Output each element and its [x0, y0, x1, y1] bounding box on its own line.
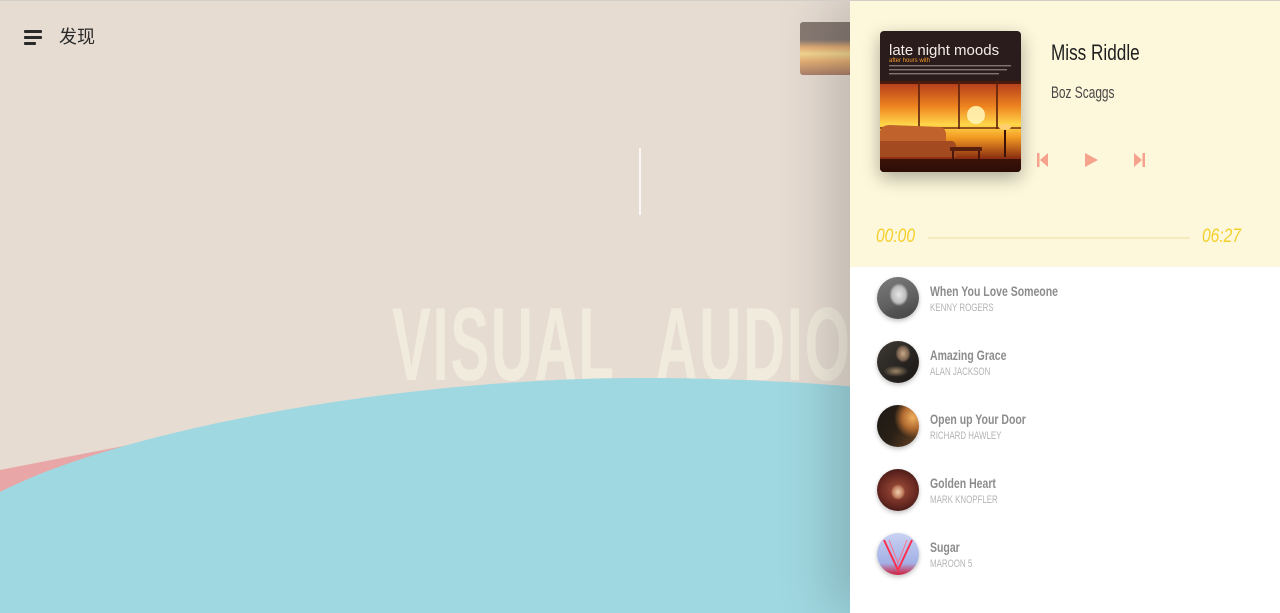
album-credits-line [889, 73, 999, 75]
previous-button[interactable] [1035, 152, 1051, 168]
playlist-item[interactable]: Golden Heart MARK KNOPFLER [850, 459, 1280, 523]
floor [880, 159, 1021, 172]
track-title: Miss Riddle [1051, 40, 1140, 65]
coffee-table-leg [952, 151, 954, 159]
mini-album-thumbnail[interactable] [800, 22, 856, 75]
playlist-item-artist: RICHARD HAWLEY [930, 430, 1002, 442]
playlist-item-title: Sugar [930, 539, 960, 555]
skip-previous-icon [1037, 153, 1048, 167]
album-credits-line [889, 65, 1011, 67]
track-artist: Boz Scaggs [1051, 83, 1115, 102]
play-button[interactable] [1083, 152, 1099, 168]
album-tagline-text: after hours with [889, 58, 930, 64]
playlist-item-artist: ALAN JACKSON [930, 366, 991, 378]
playlist-item-title: Golden Heart [930, 475, 996, 491]
playlist-item-artist: MARK KNOPFLER [930, 494, 998, 506]
playlist-item-artist: MAROON 5 [930, 558, 973, 570]
window-top-border [0, 0, 1280, 1]
track-avatar [877, 405, 919, 447]
window-frame [880, 81, 1021, 84]
menu-icon-bar [24, 30, 42, 33]
playlist: When You Love Someone KENNY ROGERS Amazi… [850, 267, 1280, 587]
playlist-item-title: Amazing Grace [930, 347, 1007, 363]
player-panel: late night moods after hours with Miss R… [850, 0, 1280, 613]
next-button[interactable] [1131, 152, 1147, 168]
playlist-item[interactable]: Open up Your Door RICHARD HAWLEY [850, 395, 1280, 459]
icon-shape [1134, 153, 1142, 167]
menu-icon-bar [24, 42, 36, 45]
play-icon [1085, 153, 1098, 167]
icon-shape [1085, 153, 1098, 167]
icon-shape [1142, 153, 1145, 167]
album-title-text: late night moods [889, 42, 999, 59]
current-time: 00:00 [876, 226, 915, 247]
coffee-table-leg [978, 151, 980, 159]
playlist-item-title: Open up Your Door [930, 411, 1026, 427]
album-artwork: late night moods after hours with [880, 31, 1021, 172]
track-avatar [877, 341, 919, 383]
playlist-item[interactable]: Amazing Grace ALAN JACKSON [850, 331, 1280, 395]
playlist-item-title: When You Love Someone [930, 283, 1058, 299]
coffee-table [950, 147, 982, 151]
sun [967, 106, 985, 124]
track-avatar [877, 277, 919, 319]
menu-icon-bar [24, 36, 42, 39]
sofa-seat [880, 141, 956, 157]
album-cover: late night moods after hours with [880, 31, 1021, 172]
menu-icon[interactable] [24, 30, 42, 45]
playlist-item[interactable]: When You Love Someone KENNY ROGERS [850, 267, 1280, 331]
icon-shape [1037, 153, 1040, 167]
now-playing-header: late night moods after hours with Miss R… [850, 0, 1280, 267]
skip-next-icon [1134, 153, 1145, 167]
icon-shape [1040, 153, 1048, 167]
lamp-shade [999, 124, 1011, 130]
track-avatar [877, 533, 919, 575]
playlist-item[interactable]: Sugar MAROON 5 [850, 523, 1280, 587]
track-avatar [877, 469, 919, 511]
playlist-item-artist: KENNY ROGERS [930, 302, 994, 314]
nav-discover-label[interactable]: 发现 [59, 27, 95, 49]
window-frame [958, 81, 960, 129]
progress-bar[interactable] [928, 237, 1190, 239]
duration: 06:27 [1202, 226, 1241, 247]
album-art-v [877, 533, 919, 575]
album-credits-line [889, 69, 1007, 71]
window-frame [918, 81, 920, 129]
lamp-stand [1004, 127, 1006, 157]
window-frame [996, 81, 998, 129]
visualizer-line [639, 148, 641, 215]
